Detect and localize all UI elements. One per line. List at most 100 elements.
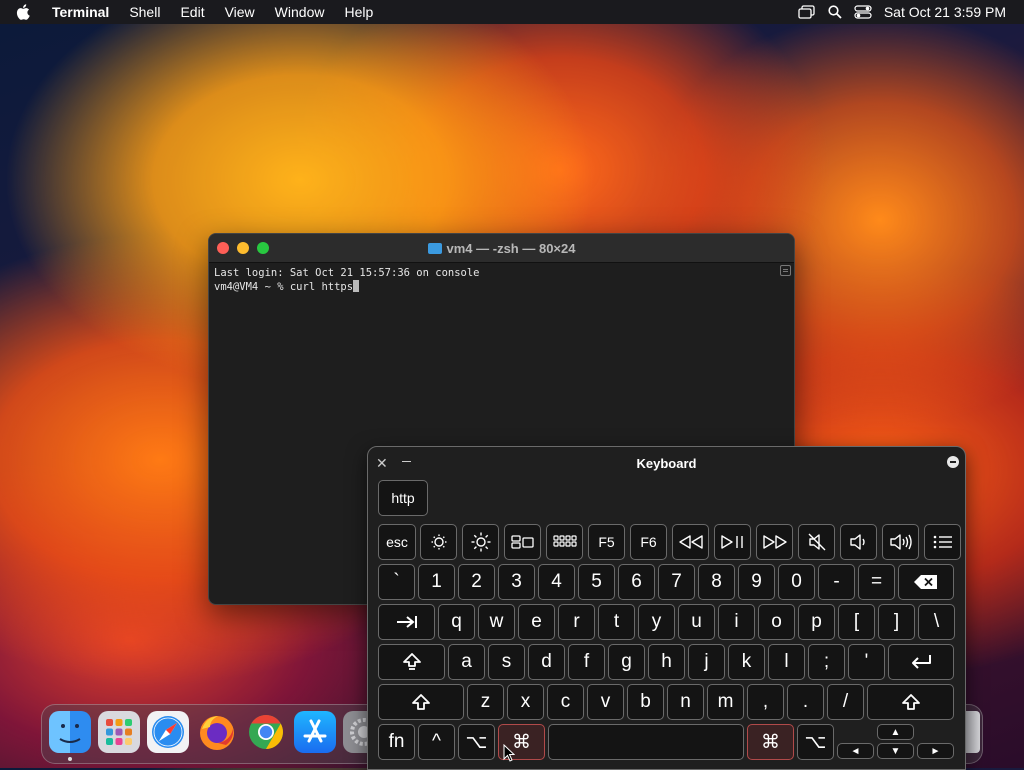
key-7[interactable]: 7 <box>658 564 695 600</box>
key-0[interactable]: 0 <box>778 564 815 600</box>
finder-icon[interactable] <box>49 711 91 753</box>
key-rewind[interactable] <box>672 524 709 560</box>
key-u[interactable]: u <box>678 604 715 640</box>
suggestion-http[interactable]: http <box>378 480 428 516</box>
key-y[interactable]: y <box>638 604 675 640</box>
key-caps-lock[interactable] <box>378 644 445 680</box>
key-command-right[interactable]: ⌘ <box>747 724 794 760</box>
key-6[interactable]: 6 <box>618 564 655 600</box>
key-option-left[interactable]: ⌥ <box>458 724 495 760</box>
terminal-content[interactable]: Last login: Sat Oct 21 15:57:36 on conso… <box>209 263 794 297</box>
key-h[interactable]: h <box>648 644 685 680</box>
key-t[interactable]: t <box>598 604 635 640</box>
key-arrow-left[interactable]: ◄ <box>837 743 874 759</box>
key-1[interactable]: 1 <box>418 564 455 600</box>
key-fn[interactable]: fn <box>378 724 415 760</box>
key-launchpad[interactable] <box>546 524 583 560</box>
key-g[interactable]: g <box>608 644 645 680</box>
key-l[interactable]: l <box>768 644 805 680</box>
key-d[interactable]: d <box>528 644 565 680</box>
key-z[interactable]: z <box>467 684 504 720</box>
launchpad-icon[interactable] <box>98 711 140 753</box>
key-mission-control[interactable] <box>504 524 541 560</box>
keyboard-titlebar[interactable]: ✕ Keyboard <box>368 447 965 479</box>
app-store-icon[interactable] <box>294 711 336 753</box>
key-n[interactable]: n <box>667 684 704 720</box>
key-p[interactable]: p <box>798 604 835 640</box>
key-period[interactable]: . <box>787 684 824 720</box>
key-right-bracket[interactable]: ] <box>878 604 915 640</box>
screen-mirroring-icon[interactable] <box>798 5 816 19</box>
safari-icon[interactable] <box>147 711 189 753</box>
key-tab[interactable] <box>378 604 435 640</box>
terminal-titlebar[interactable]: vm4 — -zsh — 80×24 <box>209 234 794 263</box>
key-j[interactable]: j <box>688 644 725 680</box>
key-f6[interactable]: F6 <box>630 524 667 560</box>
key-f5[interactable]: F5 <box>588 524 625 560</box>
key-play-pause[interactable] <box>714 524 751 560</box>
key-k[interactable]: k <box>728 644 765 680</box>
menu-shell[interactable]: Shell <box>119 4 170 20</box>
key-shift-left[interactable] <box>378 684 464 720</box>
key-c[interactable]: c <box>547 684 584 720</box>
key-left-bracket[interactable]: [ <box>838 604 875 640</box>
key-i[interactable]: i <box>718 604 755 640</box>
key-4[interactable]: 4 <box>538 564 575 600</box>
chrome-icon[interactable] <box>245 711 287 753</box>
key-control[interactable]: ^ <box>418 724 455 760</box>
key-9[interactable]: 9 <box>738 564 775 600</box>
key-arrow-right[interactable]: ► <box>917 743 954 759</box>
key-2[interactable]: 2 <box>458 564 495 600</box>
key-minus[interactable]: - <box>818 564 855 600</box>
key-esc[interactable]: esc <box>378 524 416 560</box>
key-s[interactable]: s <box>488 644 525 680</box>
menu-app-terminal[interactable]: Terminal <box>42 4 119 20</box>
key-mute[interactable] <box>798 524 835 560</box>
key-quote[interactable]: ' <box>848 644 885 680</box>
key-volume-up[interactable] <box>882 524 919 560</box>
key-r[interactable]: r <box>558 604 595 640</box>
key-semicolon[interactable]: ; <box>808 644 845 680</box>
key-arrow-up[interactable]: ▲ <box>877 724 914 740</box>
key-b[interactable]: b <box>627 684 664 720</box>
key-w[interactable]: w <box>478 604 515 640</box>
key-arrow-down[interactable]: ▼ <box>877 743 914 759</box>
spotlight-search-icon[interactable] <box>828 5 842 19</box>
menu-window[interactable]: Window <box>265 4 335 20</box>
key-e[interactable]: e <box>518 604 555 640</box>
apple-icon[interactable] <box>16 4 34 20</box>
menu-clock[interactable]: Sat Oct 21 3:59 PM <box>884 4 1006 20</box>
key-brightness-down[interactable] <box>420 524 457 560</box>
menu-view[interactable]: View <box>215 4 265 20</box>
menu-help[interactable]: Help <box>334 4 383 20</box>
key-delete[interactable] <box>898 564 954 600</box>
menu-edit[interactable]: Edit <box>170 4 214 20</box>
key-8[interactable]: 8 <box>698 564 735 600</box>
key-space[interactable] <box>548 724 744 760</box>
key-brightness-up[interactable] <box>462 524 499 560</box>
key-f[interactable]: f <box>568 644 605 680</box>
key-option-right[interactable]: ⌥ <box>797 724 834 760</box>
firefox-icon[interactable] <box>196 711 238 753</box>
key-volume-down[interactable] <box>840 524 877 560</box>
key-backtick[interactable]: ` <box>378 564 415 600</box>
key-slash[interactable]: / <box>827 684 864 720</box>
control-center-icon[interactable] <box>854 5 872 19</box>
key-q[interactable]: q <box>438 604 475 640</box>
key-return[interactable] <box>888 644 954 680</box>
key-shift-right[interactable] <box>867 684 954 720</box>
key-list[interactable] <box>924 524 961 560</box>
options-icon[interactable] <box>947 456 959 468</box>
key-3[interactable]: 3 <box>498 564 535 600</box>
key-v[interactable]: v <box>587 684 624 720</box>
key-equals[interactable]: = <box>858 564 895 600</box>
key-comma[interactable]: , <box>747 684 784 720</box>
key-a[interactable]: a <box>448 644 485 680</box>
key-x[interactable]: x <box>507 684 544 720</box>
key-fast-forward[interactable] <box>756 524 793 560</box>
key-backslash[interactable]: \ <box>918 604 955 640</box>
scroll-marks-icon[interactable] <box>780 265 791 276</box>
key-o[interactable]: o <box>758 604 795 640</box>
key-5[interactable]: 5 <box>578 564 615 600</box>
key-m[interactable]: m <box>707 684 744 720</box>
